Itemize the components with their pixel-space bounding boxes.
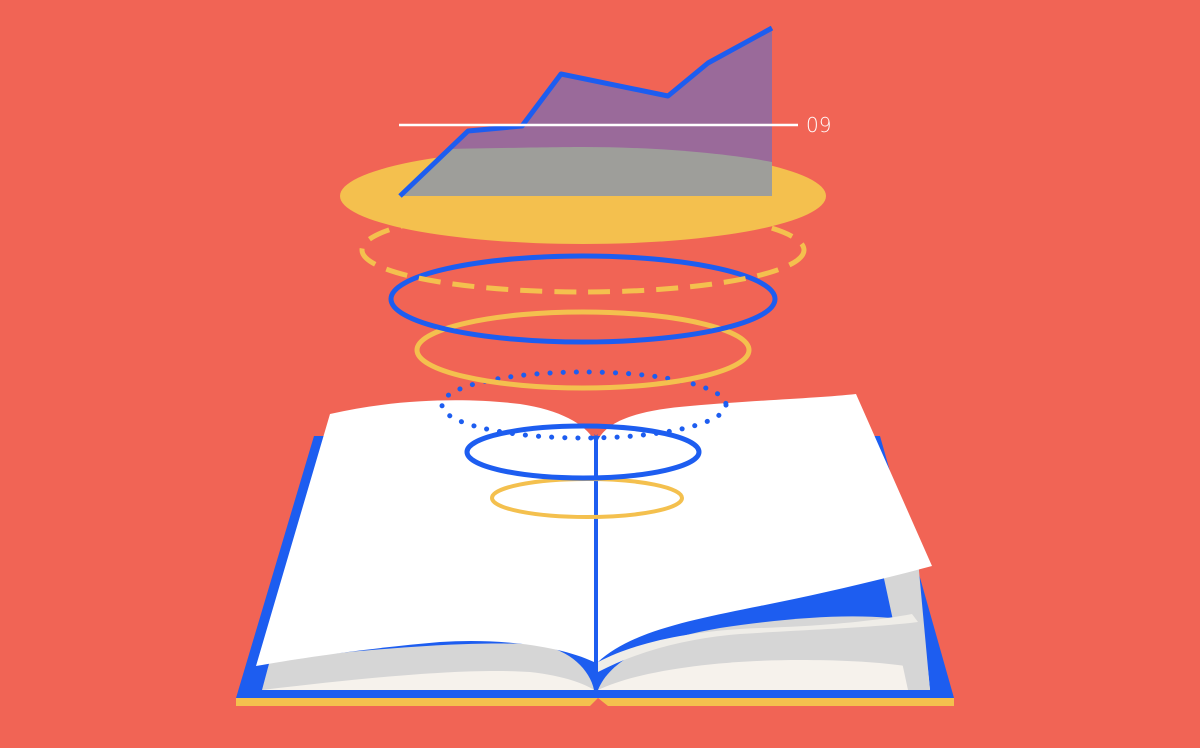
book-hologram-illustration: 09 [236,25,954,706]
chart-label: 09 [806,113,831,137]
area-chart-overlap [400,147,772,196]
ring-blue-large [388,253,778,345]
left-page [256,400,594,666]
chart-hologram: 09 [340,25,831,244]
ring-yellow-medium [414,309,752,391]
open-book [236,394,954,706]
book-base-strip [236,698,954,706]
